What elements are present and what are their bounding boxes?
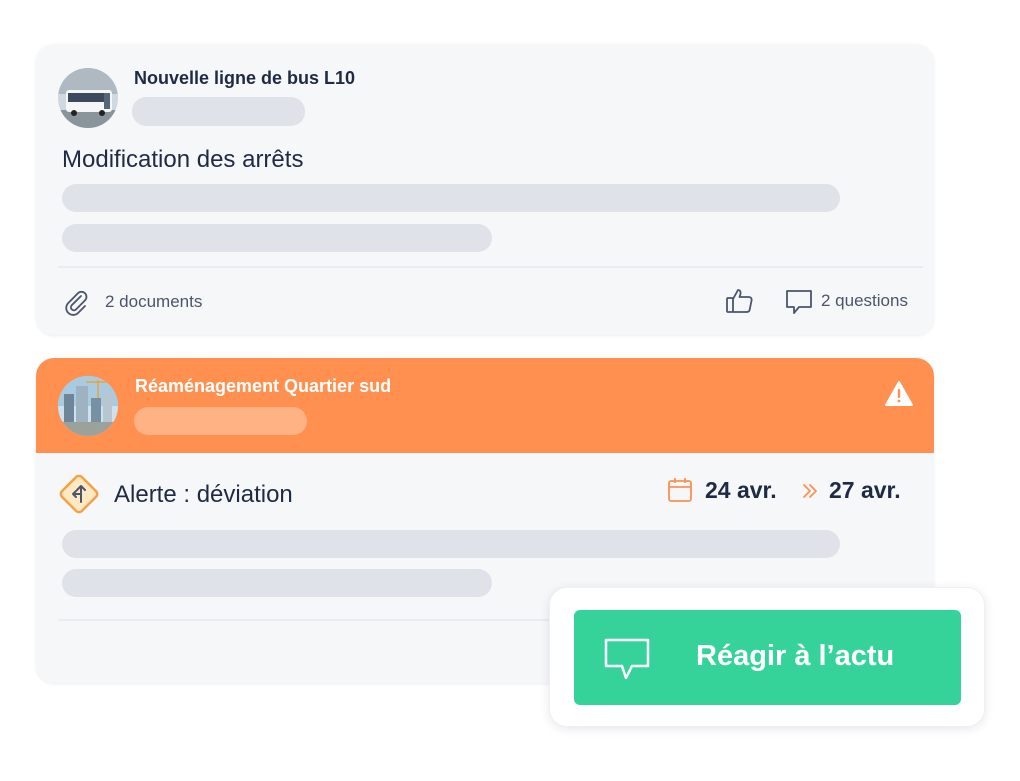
date-start: 24 avr.: [705, 477, 777, 503]
react-button[interactable]: Réagir à l’actu: [574, 610, 961, 705]
alert-banner: [36, 358, 934, 453]
react-cta-panel: Réagir à l’actu: [549, 587, 985, 727]
post-heading: Alerte : déviation: [114, 481, 293, 508]
post-title: Nouvelle ligne de bus L10: [134, 68, 356, 88]
warning-triangle-icon: [884, 380, 914, 413]
double-chevron-right-icon: [801, 481, 819, 506]
subtitle-placeholder: [132, 97, 305, 126]
documents-count[interactable]: 2 documents: [105, 292, 202, 312]
text-placeholder-line-1: [62, 184, 840, 212]
paperclip-icon[interactable]: [62, 288, 90, 321]
subtitle-placeholder: [134, 407, 307, 435]
post-title: Réaménagement Quartier sud: [135, 376, 392, 396]
card-divider: [58, 266, 923, 268]
text-placeholder-line-1: [62, 530, 840, 558]
calendar-icon: [667, 476, 693, 509]
text-placeholder-line-2: [62, 569, 492, 597]
react-button-label: Réagir à l’actu: [696, 640, 895, 672]
speech-bubble-icon[interactable]: [784, 288, 814, 321]
post-heading: Modification des arrêts: [62, 146, 304, 173]
news-card-bus-line[interactable]: Nouvelle ligne de bus L10 Modification d…: [36, 44, 934, 335]
bus-avatar: [58, 68, 118, 128]
detour-sign-icon: [57, 472, 101, 521]
questions-count[interactable]: 2 questions: [821, 291, 908, 311]
speech-bubble-icon: [602, 636, 652, 687]
date-end: 27 avr.: [829, 477, 901, 503]
construction-avatar: [58, 376, 118, 436]
thumbs-up-icon[interactable]: [724, 286, 756, 321]
text-placeholder-line-2: [62, 224, 492, 252]
